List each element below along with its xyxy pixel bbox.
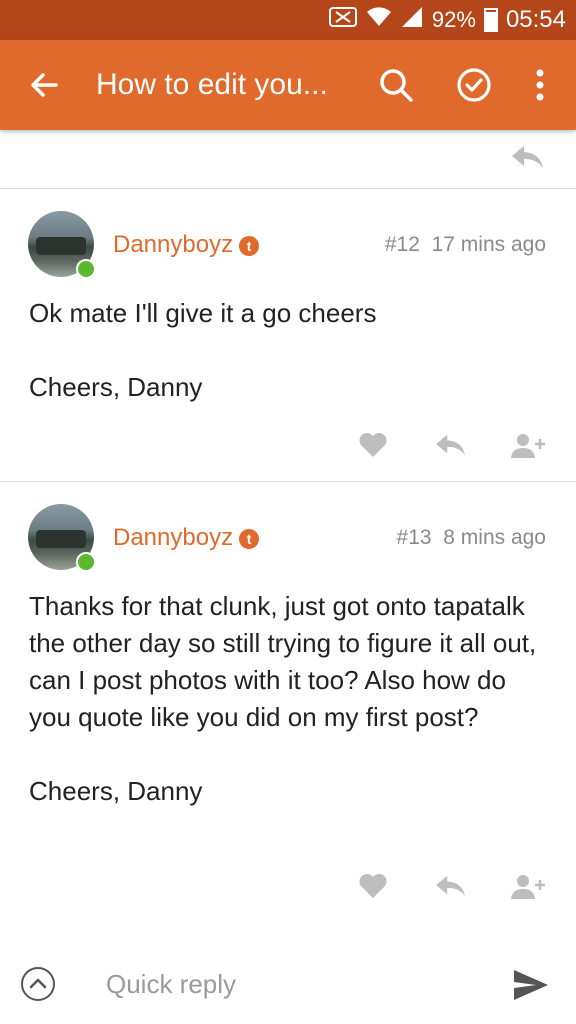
app-bar: How to edit you... (0, 40, 576, 130)
send-icon[interactable] (512, 968, 550, 1002)
post-signature: Cheers, Danny (29, 776, 203, 806)
reply-icon[interactable] (434, 872, 468, 902)
page-title: How to edit you... (96, 68, 328, 101)
battery-percent: 92% (431, 7, 476, 32)
post-12: Dannyboyz t #12 17 mins ago Ok mate I'll … (0, 189, 576, 482)
post-text: Ok mate I'll give it a go cheers (29, 298, 377, 328)
avatar[interactable] (28, 211, 96, 279)
expand-up-icon[interactable] (20, 966, 56, 1002)
post-text: Thanks for that clunk, just got onto tap… (29, 591, 537, 732)
post-meta: #13 8 mins ago (397, 526, 546, 550)
author-name[interactable]: Dannyboyz t (113, 524, 260, 552)
clock: 05:54 (505, 6, 566, 33)
tapatalk-badge-icon: t (239, 235, 260, 256)
battery-icon (483, 8, 498, 32)
online-indicator (76, 259, 96, 279)
author-name[interactable]: Dannyboyz t (113, 231, 260, 259)
post-time: 8 mins ago (443, 526, 546, 549)
post-actions (358, 431, 548, 461)
signal-icon (400, 6, 424, 34)
nfc-icon (328, 6, 358, 34)
more-options-icon[interactable] (520, 65, 560, 105)
online-indicator (76, 552, 96, 572)
post-13: Dannyboyz t #13 8 mins ago Thanks for tha… (0, 482, 576, 945)
avatar[interactable] (28, 504, 96, 572)
post-number: #13 (396, 526, 432, 549)
author-label: Dannyboyz (113, 231, 234, 258)
reply-icon[interactable] (434, 431, 468, 461)
like-heart-icon[interactable] (358, 872, 392, 902)
search-icon[interactable] (376, 65, 416, 105)
author-label: Dannyboyz (113, 524, 234, 551)
post-body: Ok mate I'll give it a go cheers Cheers,… (29, 295, 549, 406)
reply-icon[interactable] (510, 142, 546, 172)
check-circle-icon[interactable] (454, 65, 494, 105)
post-time: 17 mins ago (431, 233, 546, 256)
post-signature: Cheers, Danny (29, 372, 203, 402)
quick-reply-input[interactable]: Quick reply (106, 944, 486, 1024)
previous-post-actions (0, 130, 576, 189)
back-arrow-icon[interactable] (24, 65, 64, 105)
tapatalk-badge-icon: t (239, 528, 260, 549)
follow-user-icon[interactable] (510, 431, 545, 461)
quick-reply-bar: Quick reply (0, 944, 576, 1024)
like-heart-icon[interactable] (358, 431, 392, 461)
follow-user-icon[interactable] (510, 872, 545, 902)
status-bar: 92% 05:54 (0, 0, 576, 40)
post-actions (358, 872, 548, 902)
wifi-icon (366, 6, 392, 34)
post-meta: #12 17 mins ago (385, 233, 546, 257)
post-body: Thanks for that clunk, just got onto tap… (29, 588, 549, 810)
post-number: #12 (384, 233, 420, 256)
